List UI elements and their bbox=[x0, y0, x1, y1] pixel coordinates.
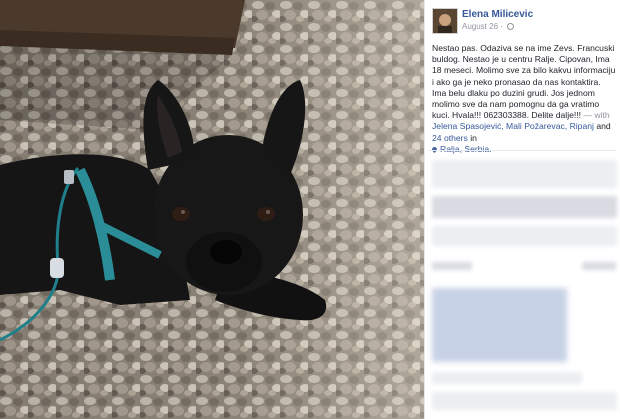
others-link[interactable]: 24 others bbox=[432, 133, 468, 143]
blurred-text bbox=[432, 262, 472, 270]
post-text: Nestao pas. Odaziva se na ime Zevs. Fran… bbox=[432, 43, 616, 121]
post-body: Nestao pas. Odaziva se na ime Zevs. Fran… bbox=[430, 43, 616, 155]
post-photo[interactable] bbox=[0, 0, 424, 419]
tagged-people-link[interactable]: Jelena Spasojević, Mali Požarevac, Ripan… bbox=[432, 121, 594, 131]
globe-icon bbox=[507, 23, 515, 30]
author-avatar[interactable] bbox=[432, 8, 458, 34]
and-text: and bbox=[593, 121, 611, 132]
divider bbox=[428, 150, 616, 151]
post-date[interactable]: August 26 · bbox=[462, 22, 503, 31]
with-prefix: — with bbox=[581, 110, 610, 121]
blurred-shared-content bbox=[432, 288, 567, 362]
blurred-text bbox=[582, 262, 616, 270]
location-link[interactable]: Ralja, Serbia. bbox=[440, 144, 492, 154]
dog-photo-illustration bbox=[0, 0, 424, 419]
blurred-comment bbox=[432, 196, 617, 218]
blurred-comment-bar bbox=[432, 160, 617, 188]
in-text: in bbox=[467, 132, 477, 143]
blurred-comment bbox=[432, 226, 617, 246]
post-meta: August 26 · bbox=[462, 22, 612, 31]
blurred-text bbox=[432, 392, 617, 410]
author-name[interactable]: Elena Milicevic bbox=[462, 9, 612, 20]
blurred-text bbox=[432, 372, 582, 384]
